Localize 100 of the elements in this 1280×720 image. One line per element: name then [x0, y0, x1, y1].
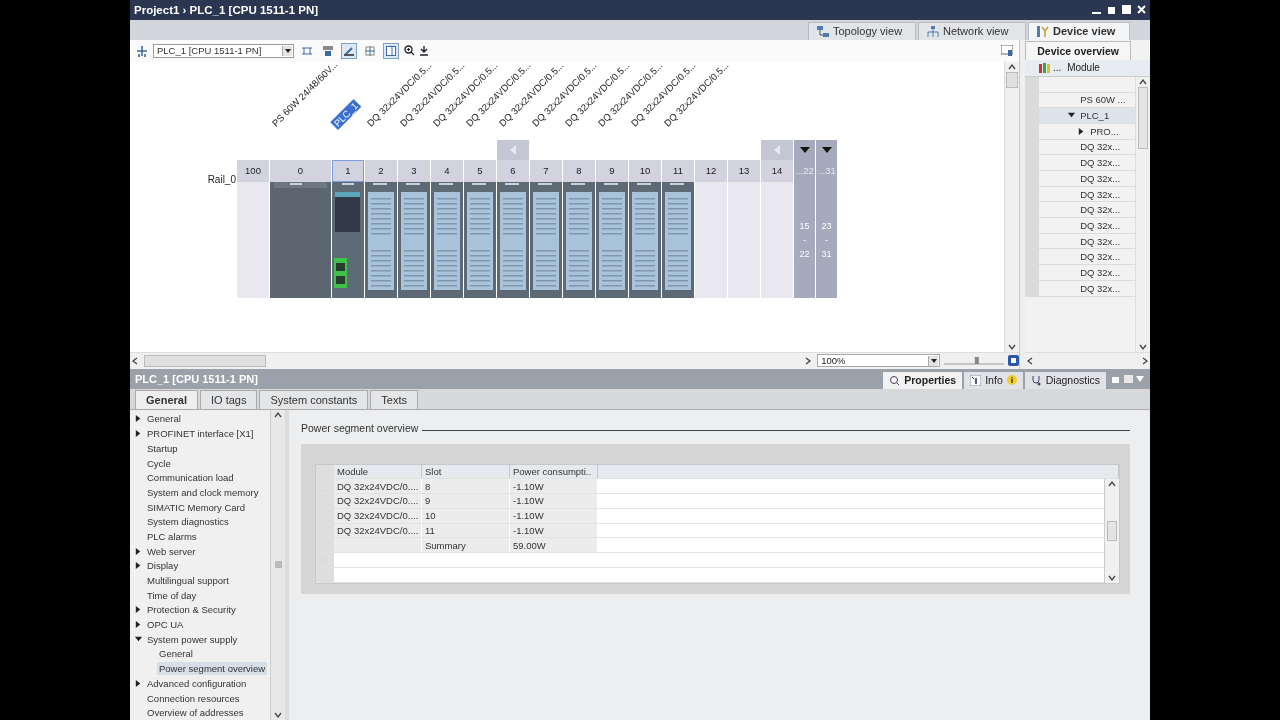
scroll-down-icon[interactable] — [273, 710, 283, 720]
range-number: 31 — [821, 248, 832, 259]
view-tab[interactable]: Topology view — [808, 21, 916, 40]
module-row[interactable]: DQ 32x... — [1025, 233, 1135, 250]
column-header: Module — [1066, 62, 1100, 74]
scroll-thumb[interactable] — [1138, 86, 1148, 149]
scroll-right-icon[interactable] — [1140, 355, 1150, 366]
panel-tab[interactable]: Properties — [883, 371, 963, 389]
module-row[interactable]: DQ 32x... — [1025, 202, 1135, 219]
scrollbar[interactable] — [1104, 478, 1119, 583]
dropdown-button[interactable] — [282, 45, 292, 56]
output-module-drawing[interactable] — [464, 181, 496, 298]
nav-item[interactable]: Time of day — [130, 587, 270, 603]
output-module-drawing[interactable] — [596, 181, 628, 298]
zoom-field[interactable]: 100% — [817, 354, 941, 368]
slider-thumb[interactable] — [974, 356, 979, 364]
output-module-drawing[interactable] — [497, 181, 529, 298]
output-module-drawing[interactable] — [563, 181, 595, 298]
device-select[interactable]: PLC_1 [CPU 1511-1 PN] — [153, 43, 294, 58]
inspector-tab[interactable]: General — [135, 389, 198, 409]
expand-button[interactable] — [816, 139, 837, 160]
pen-icon[interactable] — [341, 42, 357, 59]
nav-item[interactable]: Startup — [130, 440, 270, 456]
dropdown-icon[interactable] — [1136, 375, 1144, 382]
scroll-thumb[interactable] — [1107, 520, 1117, 541]
inspector-tab[interactable]: System constants — [259, 389, 369, 409]
dropdown-button[interactable] — [928, 356, 939, 367]
output-module-drawing[interactable] — [365, 181, 397, 298]
column-header[interactable]: Slot — [422, 464, 510, 479]
table-cell: DQ 32x24VDC/0.... — [334, 494, 422, 508]
nav-item[interactable]: Cycle — [130, 455, 270, 471]
range-number: 22 — [799, 248, 810, 259]
nav-item[interactable]: System diagnostics — [130, 514, 270, 530]
scrollbar[interactable] — [1135, 76, 1150, 352]
view-tab[interactable]: Network view — [918, 21, 1026, 40]
module-row[interactable]: DQ 32x... — [1025, 218, 1135, 234]
module-row[interactable]: DQ 32x... — [1025, 265, 1135, 281]
device-overview-tab[interactable]: Device overview — [1025, 40, 1132, 60]
nav-item[interactable]: Display — [130, 558, 270, 574]
inspector-tab[interactable]: IO tags — [199, 389, 258, 409]
slot-number: 3 — [398, 159, 430, 182]
nav-item[interactable]: System power supply — [130, 631, 270, 647]
column-header: ... — [1051, 62, 1063, 74]
collapsed-icon[interactable] — [134, 678, 143, 688]
zoom-slider[interactable] — [944, 355, 1005, 366]
zoom-in-icon[interactable] — [404, 45, 415, 57]
scrollbar[interactable] — [270, 409, 285, 720]
nav-item[interactable]: Connection resources — [130, 690, 270, 706]
output-module-drawing[interactable] — [431, 181, 463, 298]
caret-icon — [930, 359, 937, 364]
restore-icon[interactable] — [1107, 5, 1116, 15]
nav-item[interactable]: Web server — [130, 543, 270, 559]
inspector-tab[interactable]: Texts — [370, 389, 418, 409]
expanded-icon[interactable] — [134, 634, 143, 644]
close-icon[interactable] — [1137, 5, 1146, 15]
download-icon[interactable] — [420, 45, 428, 56]
nav-item[interactable]: SIMATIC Memory Card — [130, 499, 270, 515]
expand-button[interactable] — [794, 139, 815, 160]
nav-item[interactable]: System and clock memory — [130, 485, 270, 500]
scroll-thumb[interactable] — [274, 561, 282, 569]
nav-item[interactable]: PLC alarms — [130, 529, 270, 544]
nav-item[interactable]: Overview of addresses — [130, 705, 270, 720]
module-row[interactable]: DQ 32x... — [1025, 186, 1135, 203]
module-row[interactable]: PRO... — [1025, 123, 1135, 140]
module-row[interactable]: DQ 32x... — [1025, 139, 1135, 156]
output-module-drawing[interactable] — [530, 181, 562, 298]
collapse-button[interactable] — [497, 139, 529, 160]
nav-item[interactable]: PROFINET interface [X1] — [130, 426, 270, 441]
scroll-thumb[interactable] — [144, 354, 266, 367]
nav-item[interactable]: General — [130, 411, 270, 427]
nav-item[interactable]: Advanced configuration — [130, 675, 270, 691]
module-row[interactable]: DQ 32x... — [1025, 249, 1135, 266]
column-header[interactable]: Power consumpti.. — [510, 464, 598, 479]
output-module-drawing[interactable] — [629, 181, 661, 298]
nav-item[interactable]: Multilingual support — [130, 573, 270, 588]
output-module-drawing[interactable] — [398, 181, 430, 298]
nav-item[interactable]: Communication load — [130, 470, 270, 486]
module-row[interactable]: DQ 32x... — [1025, 155, 1135, 171]
table-icon[interactable] — [383, 42, 399, 59]
scrollbar[interactable] — [1004, 61, 1020, 352]
panel-tab[interactable]: Info — [964, 371, 1023, 389]
cpu-module-drawing[interactable] — [332, 181, 364, 298]
column-header[interactable]: Module — [334, 464, 422, 479]
maximize-icon[interactable] — [1122, 5, 1131, 15]
output-module-drawing[interactable] — [662, 181, 694, 298]
panel-icon[interactable] — [1001, 45, 1014, 57]
overview-icon[interactable] — [1008, 355, 1020, 367]
module-row[interactable]: DQ 32x... — [1025, 171, 1135, 187]
view-tab[interactable]: Device view — [1028, 21, 1130, 40]
panel-tab[interactable]: Diagnostics — [1024, 371, 1106, 389]
slot-number: 7 — [530, 159, 562, 182]
nav-item[interactable]: Protection & Security — [130, 602, 270, 618]
nav-item[interactable]: General — [130, 646, 270, 662]
network-add-icon[interactable] — [136, 44, 148, 57]
scroll-thumb[interactable] — [1006, 71, 1019, 88]
scroll-left-icon[interactable] — [130, 355, 140, 366]
module-row[interactable]: DQ 32x... — [1025, 280, 1135, 297]
triangle-down-icon — [799, 146, 810, 153]
module-row[interactable]: PLC_1 — [1025, 108, 1135, 124]
nav-item[interactable]: OPC UA — [130, 617, 270, 632]
